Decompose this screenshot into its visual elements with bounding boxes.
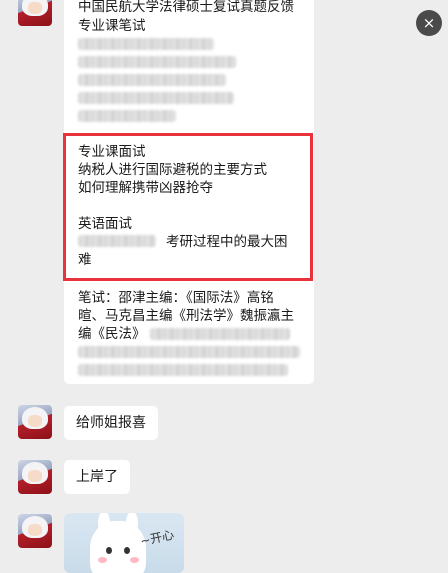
sender-avatar[interactable]	[18, 460, 52, 494]
highlight-box	[63, 133, 313, 281]
blurred-text	[78, 364, 288, 376]
avatar-face	[28, 470, 42, 482]
written-exam-heading: 专业课笔试	[78, 18, 146, 34]
avatar-face	[28, 524, 42, 536]
bunny-ear	[126, 513, 138, 535]
sender-avatar[interactable]	[18, 514, 52, 548]
blurred-text	[150, 328, 290, 340]
bunny-eye	[106, 547, 112, 554]
blurred-text	[78, 74, 226, 86]
books-line-3: 编《民法》	[78, 326, 146, 342]
bunny-icon	[90, 513, 146, 573]
message-title: 中国民航大学法律硕士复试真题反馈	[78, 0, 294, 15]
avatar-face	[28, 415, 42, 427]
bunny-blush	[130, 557, 139, 563]
sender-avatar[interactable]	[18, 405, 52, 439]
message-bubble-admitted[interactable]: 上岸了	[64, 460, 130, 494]
sticker-happy-bunny[interactable]: ~开心	[64, 513, 184, 573]
bunny-ear	[98, 513, 110, 535]
blurred-text	[78, 38, 214, 50]
sticker-caption: ~开心	[139, 527, 176, 549]
books-line-2: 暄、马克昌主编《刑法学》魏振瀛主	[78, 308, 294, 324]
books-line-1: 笔试：邵津主编：《国际法》高铭	[78, 290, 274, 306]
avatar-face	[28, 2, 42, 14]
message-bubble-congrats[interactable]: 给师姐报喜	[64, 406, 158, 440]
close-icon[interactable]: ×	[416, 10, 442, 36]
blurred-text	[78, 110, 176, 122]
bunny-blush	[98, 557, 107, 563]
blurred-text	[78, 92, 234, 104]
blurred-text	[78, 56, 236, 68]
sender-avatar[interactable]	[18, 0, 52, 26]
blurred-text	[78, 346, 300, 358]
bunny-eye	[124, 547, 130, 554]
